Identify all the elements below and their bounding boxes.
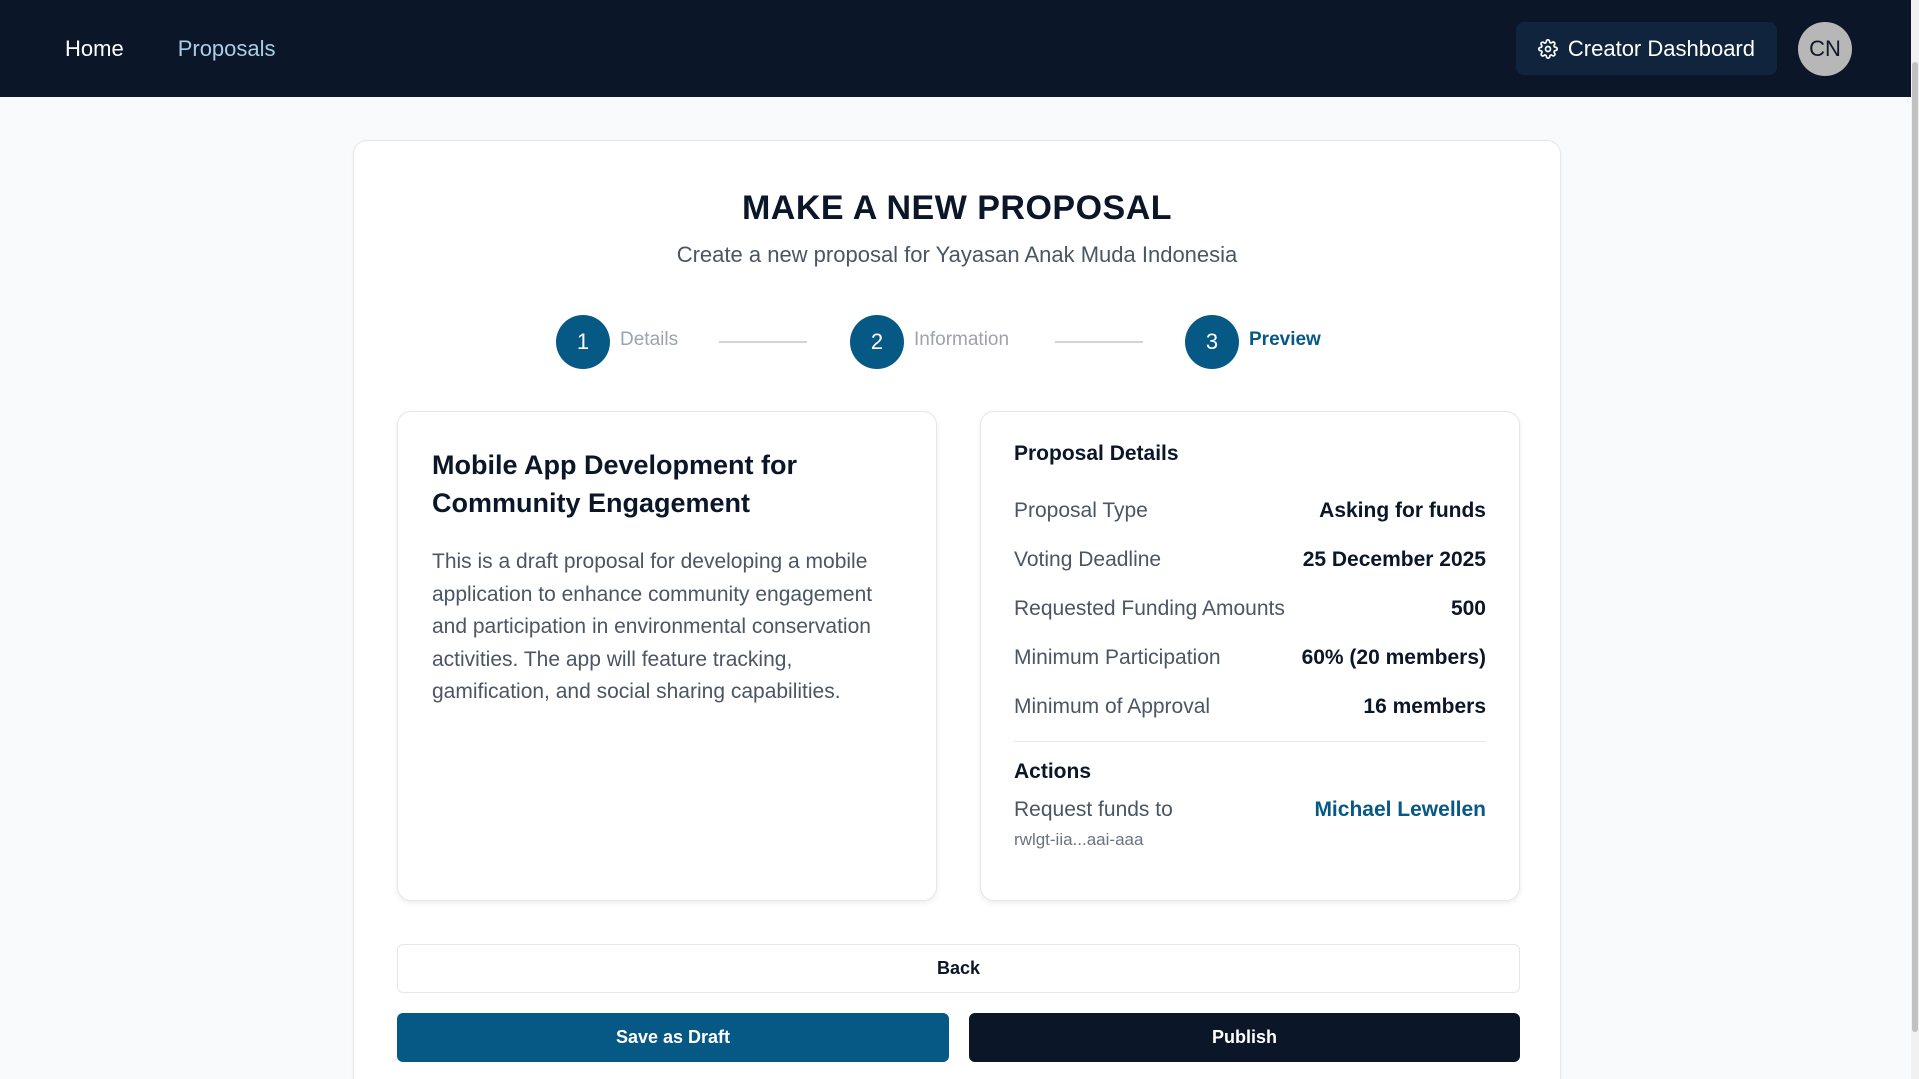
detail-value: 16 members [1363,694,1486,718]
nav-proposals-link[interactable]: Proposals [178,36,276,62]
action-row-request-funds: Request funds to rwlgt-iia...aai-aaa Mic… [1014,798,1486,850]
detail-label: Minimum Participation [1014,645,1221,669]
detail-label: Requested Funding Amounts [1014,596,1285,620]
page-title: MAKE A NEW PROPOSAL [741,189,1173,227]
proposal-details-panel: Proposal Details Proposal Type Asking fo… [980,411,1520,901]
step-1-circle: 1 [556,315,610,369]
top-navbar: Home Proposals Creator Dashboard CN [0,0,1919,97]
recipient-link[interactable]: Michael Lewellen [1314,798,1486,850]
gear-icon [1537,38,1568,59]
nav-right-group: Creator Dashboard CN [1515,21,1854,76]
detail-row-proposal-type: Proposal Type Asking for funds [1014,486,1486,535]
step-2-label: Information [914,329,1010,350]
step-connector-2 [1055,341,1143,343]
page-subtitle: Create a new proposal for Yayasan Anak M… [676,242,1238,267]
detail-row-voting-deadline: Voting Deadline 25 December 2025 [1014,535,1486,584]
proposal-title: Mobile App Development for Community Eng… [432,450,798,518]
step-1-label: Details [620,329,679,350]
detail-row-minimum-approval: Minimum of Approval 16 members [1014,682,1486,731]
detail-value: 60% (20 members) [1301,645,1486,669]
proposal-summary-panel: Mobile App Development for Community Eng… [397,411,937,901]
detail-label: Minimum of Approval [1014,694,1211,718]
detail-row-requested-funding: Requested Funding Amounts 500 [1014,584,1486,633]
action-label: Request funds to [1014,798,1173,821]
scrollbar-thumb[interactable] [1912,62,1918,1032]
step-2-circle: 2 [850,315,904,369]
save-draft-button[interactable]: Save as Draft [397,1013,949,1062]
action-text-group: Request funds to rwlgt-iia...aai-aaa [1014,798,1173,850]
proposal-card: MAKE A NEW PROPOSAL Create a new proposa… [353,140,1561,1079]
progress-stepper: 1 Details 2 Information 3 Preview [354,315,1560,369]
proposal-description: This is a draft proposal for developing … [432,550,873,703]
step-connector-1 [719,341,807,343]
nav-home-link[interactable]: Home [65,36,124,62]
step-3-label: Preview [1249,329,1321,350]
detail-label: Proposal Type [1014,498,1148,522]
step-3-circle: 3 [1185,315,1239,369]
back-button[interactable]: Back [397,944,1520,993]
user-avatar[interactable]: CN [1798,21,1852,76]
creator-dashboard-label: Creator Dashboard [1567,35,1755,61]
publish-button[interactable]: Publish [969,1013,1520,1062]
creator-dashboard-button[interactable]: Creator Dashboard [1515,22,1777,75]
detail-value: Asking for funds [1319,498,1486,522]
detail-value: 25 December 2025 [1302,547,1486,571]
actions-heading: Actions [1014,760,1092,783]
detail-label: Voting Deadline [1014,547,1162,571]
detail-row-minimum-participation: Minimum Participation 60% (20 members) [1014,633,1486,682]
page-scrollbar[interactable] [1911,0,1919,1079]
detail-value: 500 [1450,596,1486,620]
action-principal-id: rwlgt-iia...aai-aaa [1014,830,1144,849]
details-divider [1014,741,1486,742]
proposal-details-heading: Proposal Details [1014,442,1179,465]
